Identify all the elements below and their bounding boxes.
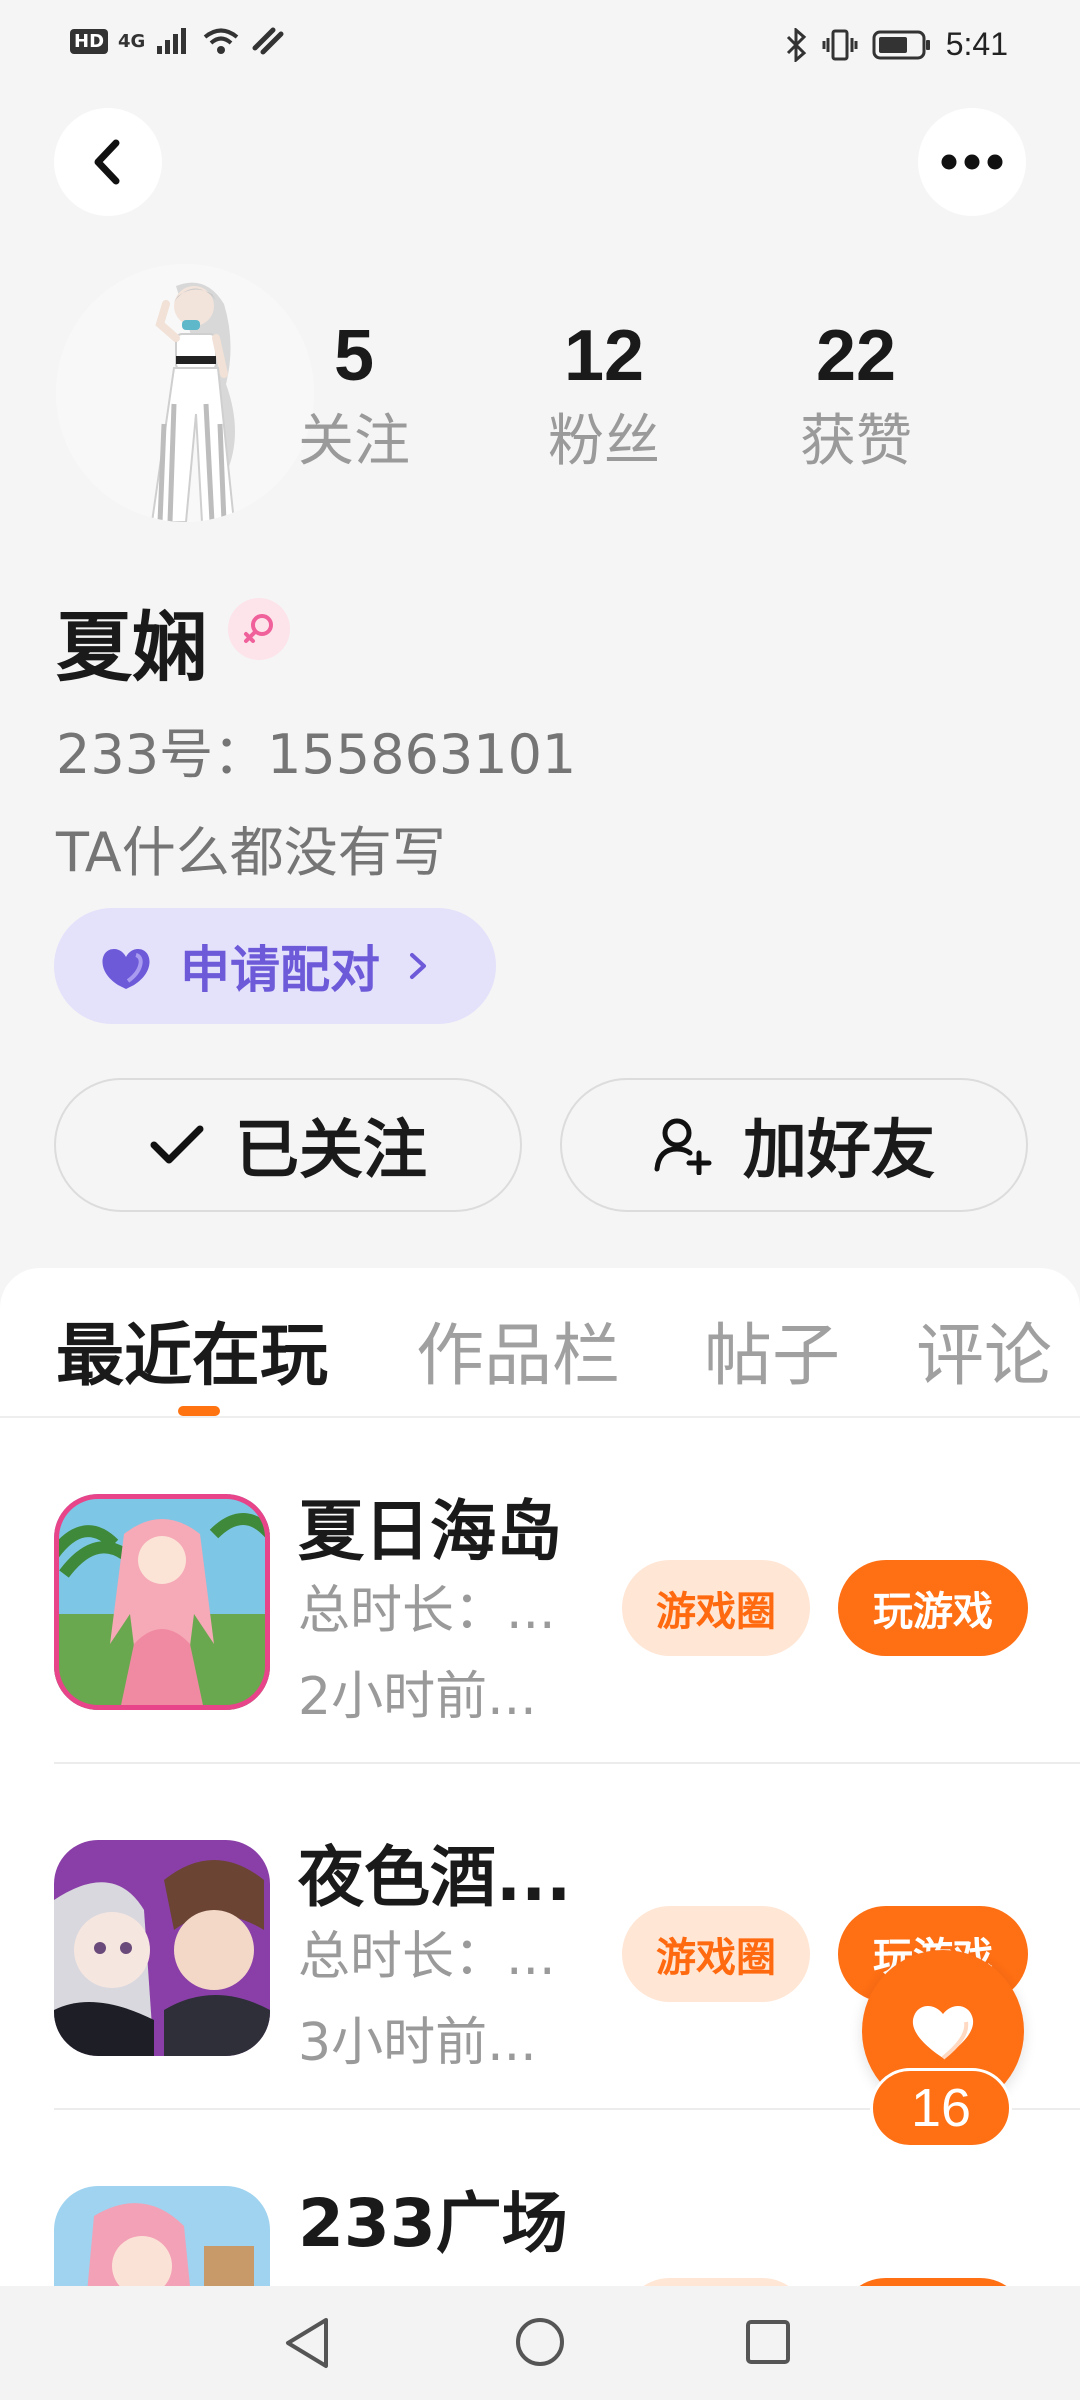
hd-badge: HD: [70, 28, 109, 54]
tab-recent-playing[interactable]: 最近在玩: [56, 1300, 328, 1399]
list-item[interactable]: 夏日海岛 总时长：... 2小时前... 游戏圈 玩游戏: [54, 1418, 1080, 1764]
stat-likes[interactable]: 22 获赞: [756, 316, 956, 474]
game-title: 夜色酒...: [298, 1839, 572, 1916]
user-add-icon: [654, 1118, 712, 1175]
active-tab-indicator: [178, 1406, 220, 1416]
game-thumbnail-night-bar: [54, 1840, 270, 2056]
status-left: HD 4G: [70, 26, 285, 56]
game-thumbnail-233-plaza: [54, 2186, 270, 2288]
game-icon: [54, 1494, 270, 1710]
play-game-button[interactable]: 玩游戏: [838, 1560, 1028, 1656]
status-bar: HD 4G 5:41: [0, 0, 1080, 92]
apply-pair-button[interactable]: 申请配对: [54, 908, 496, 1024]
heart-icon: [912, 2005, 974, 2060]
game-icon: [54, 1840, 270, 2056]
clock: 5:41: [945, 26, 1008, 62]
tab-works[interactable]: 作品栏: [416, 1300, 620, 1399]
heart-pair-icon: [102, 949, 150, 989]
game-title: 夏日海岛: [298, 1493, 562, 1570]
tab-comments[interactable]: 评论: [916, 1300, 1052, 1399]
vibrate-icon: [822, 29, 858, 60]
bio: TA什么都没有写: [56, 821, 446, 884]
system-nav-bar: [0, 2286, 1080, 2400]
status-right: 5:41: [784, 26, 1008, 63]
check-icon: [150, 1125, 204, 1164]
add-friend-button[interactable]: 加好友: [560, 1078, 1028, 1212]
battery-icon: [872, 30, 930, 59]
game-last-played: 2小时前...: [298, 1667, 537, 1727]
more-horizontal-icon: [941, 154, 1003, 170]
game-title: 233广场: [298, 2185, 568, 2262]
bluetooth-icon: [786, 27, 806, 62]
game-circle-button[interactable]: 游戏圈: [622, 1560, 810, 1656]
profile-name: 夏娴: [56, 603, 208, 692]
followers-count: 12: [563, 316, 645, 396]
likes-count: 22: [815, 316, 897, 396]
game-last-played: 3小时前...: [298, 2013, 537, 2073]
following-count: 5: [333, 316, 375, 396]
game-thumbnail-summer-island: [54, 1494, 270, 1710]
user-id: 233号：155863101: [56, 723, 577, 786]
tab-bar: 最近在玩 作品栏 帖子 评论: [0, 1268, 1080, 1418]
game-circle-button[interactable]: 游戏圈: [622, 1906, 810, 2002]
signal-icon: [157, 28, 187, 54]
likes-label: 获赞: [800, 409, 912, 474]
game-icon: [54, 2186, 270, 2288]
chevron-right-icon: [410, 953, 426, 979]
following-button-label: 已关注: [235, 1114, 427, 1188]
nav-recents-icon[interactable]: [744, 2318, 792, 2366]
wifi-icon: [204, 28, 239, 54]
gender-badge: [228, 598, 290, 660]
floating-like-count: 16: [870, 2068, 1012, 2148]
following-button[interactable]: 已关注: [54, 1078, 522, 1212]
followers-label: 粉丝: [548, 409, 660, 474]
add-friend-button-label: 加好友: [743, 1114, 935, 1188]
back-button[interactable]: [54, 108, 162, 216]
stat-followers[interactable]: 12 粉丝: [504, 316, 704, 474]
network-type: 4G: [118, 30, 146, 52]
nav-home-icon[interactable]: [514, 2316, 566, 2368]
nav-back-icon[interactable]: [282, 2316, 332, 2370]
more-button[interactable]: [918, 108, 1026, 216]
game-duration: 总时长：...: [298, 1927, 556, 1987]
apply-pair-label: 申请配对: [180, 941, 380, 999]
tab-posts[interactable]: 帖子: [704, 1300, 840, 1399]
game-duration: 总时长：...: [298, 1581, 556, 1641]
female-icon: [244, 614, 273, 643]
following-label: 关注: [298, 409, 410, 474]
chevron-left-icon: [94, 139, 120, 185]
data-saver-icon: [252, 27, 284, 55]
stat-following[interactable]: 5 关注: [254, 316, 454, 474]
